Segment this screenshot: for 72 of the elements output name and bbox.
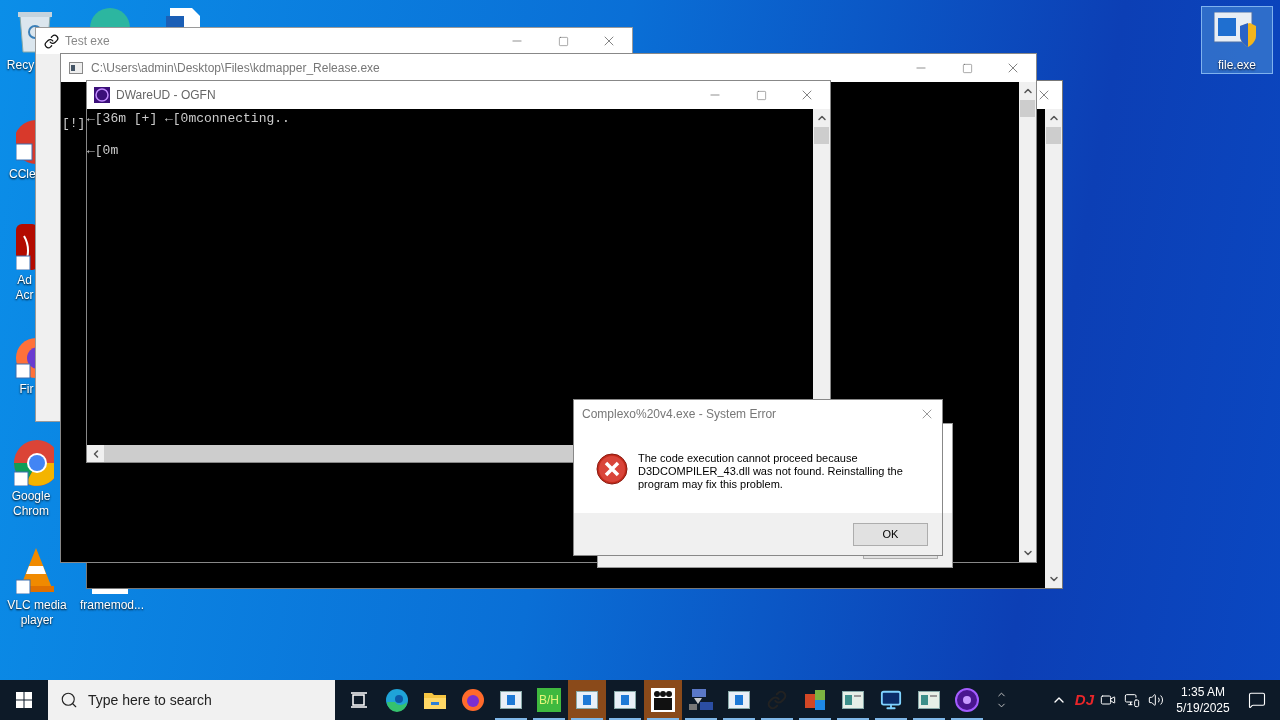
- desktop-icon-label[interactable]: CCle: [9, 167, 35, 182]
- desktop-icon-label[interactable]: framemod...: [76, 598, 148, 613]
- error-icon: [596, 453, 628, 485]
- vertical-scrollbar[interactable]: [1045, 109, 1062, 588]
- desktop-icon-label[interactable]: VLC media player: [4, 598, 70, 628]
- scroll-thumb[interactable]: [1046, 127, 1061, 144]
- link-icon: [44, 33, 59, 49]
- volume-icon[interactable]: [1148, 692, 1164, 708]
- window-title: C:\Users\admin\Desktop\Files\kdmapper_Release.exe: [91, 60, 381, 77]
- clock[interactable]: 1:35 AM 5/19/2025: [1172, 684, 1234, 716]
- dialog-title: Complexo%20v4.exe - System Error: [582, 406, 777, 423]
- ccleaner-icon: [16, 120, 36, 164]
- tray-badge[interactable]: DJ: [1074, 688, 1094, 712]
- computer-setup-icon: [688, 688, 714, 712]
- running-indicator: [951, 718, 983, 720]
- running-indicator: [761, 718, 793, 720]
- running-indicator: [647, 718, 679, 720]
- chrome-icon: [14, 440, 54, 486]
- window-title: Test exe: [65, 33, 111, 50]
- running-indicator: [875, 718, 907, 720]
- console-icon: [69, 62, 83, 74]
- taskbar-button[interactable]: [568, 680, 606, 720]
- desktop-icon-label[interactable]: Fir: [18, 382, 35, 397]
- console-line: ←[36m [+] ←[0mconnecting..: [87, 111, 290, 127]
- running-indicator: [913, 718, 945, 720]
- office-icon: [803, 688, 827, 712]
- orb-icon: [955, 688, 979, 712]
- running-indicator: [685, 718, 717, 720]
- window-icon: [728, 691, 750, 709]
- ok-button[interactable]: OK: [853, 522, 928, 546]
- desktop-icon-label[interactable]: Ad Acr: [14, 273, 35, 303]
- task-view-icon: [350, 692, 368, 708]
- taskbar-button[interactable]: [644, 680, 682, 720]
- folder-icon: [423, 690, 447, 710]
- edge-icon: [385, 688, 409, 712]
- console-line: [!]: [62, 116, 86, 132]
- search-field[interactable]: Type here to search: [48, 680, 335, 720]
- desktop-icon-label[interactable]: file.exe: [1208, 58, 1266, 73]
- window-icon: [918, 691, 940, 709]
- traffic-cone-icon: [16, 548, 56, 594]
- scroll-thumb[interactable]: [814, 127, 829, 144]
- window-icon: [842, 691, 864, 709]
- firefox-icon: [461, 688, 485, 712]
- camera-icon[interactable]: [1100, 692, 1116, 708]
- scroll-thumb[interactable]: [1020, 100, 1035, 117]
- taskbar-button[interactable]: B/H: [530, 680, 568, 720]
- edge-icon: [88, 6, 132, 28]
- running-indicator: [571, 718, 603, 720]
- orb-icon: [94, 87, 110, 103]
- window-icon: [614, 691, 636, 709]
- running-indicator: [533, 718, 565, 720]
- error-message: The code execution cannot proceed because D3DCOMPILER_43.dll was not found. Reinstalling the program may fix this problem.: [638, 452, 904, 491]
- acrobat-icon: [16, 224, 38, 270]
- running-indicator: [799, 718, 831, 720]
- network-icon[interactable]: [1124, 692, 1140, 708]
- monitor-icon: [880, 689, 902, 711]
- window-icon: [576, 691, 598, 709]
- vertical-scrollbar[interactable]: [1019, 82, 1036, 562]
- windows-logo-icon[interactable]: [16, 692, 32, 708]
- running-indicator: [837, 718, 869, 720]
- desktop-icon-label[interactable]: Recy: [6, 58, 35, 73]
- search-icon: [60, 691, 78, 709]
- people-icon: [651, 688, 675, 712]
- running-indicator: [609, 718, 641, 720]
- running-indicator: [723, 718, 755, 720]
- window-title: DWareUD - OGFN: [116, 87, 217, 104]
- installer-icon: [1214, 12, 1256, 50]
- running-indicator: [495, 718, 527, 720]
- console-line: ←[0m: [87, 143, 119, 159]
- desktop-icon-label[interactable]: Google Chrom: [10, 489, 52, 519]
- window-icon: [500, 691, 522, 709]
- notification-icon[interactable]: [1248, 691, 1266, 709]
